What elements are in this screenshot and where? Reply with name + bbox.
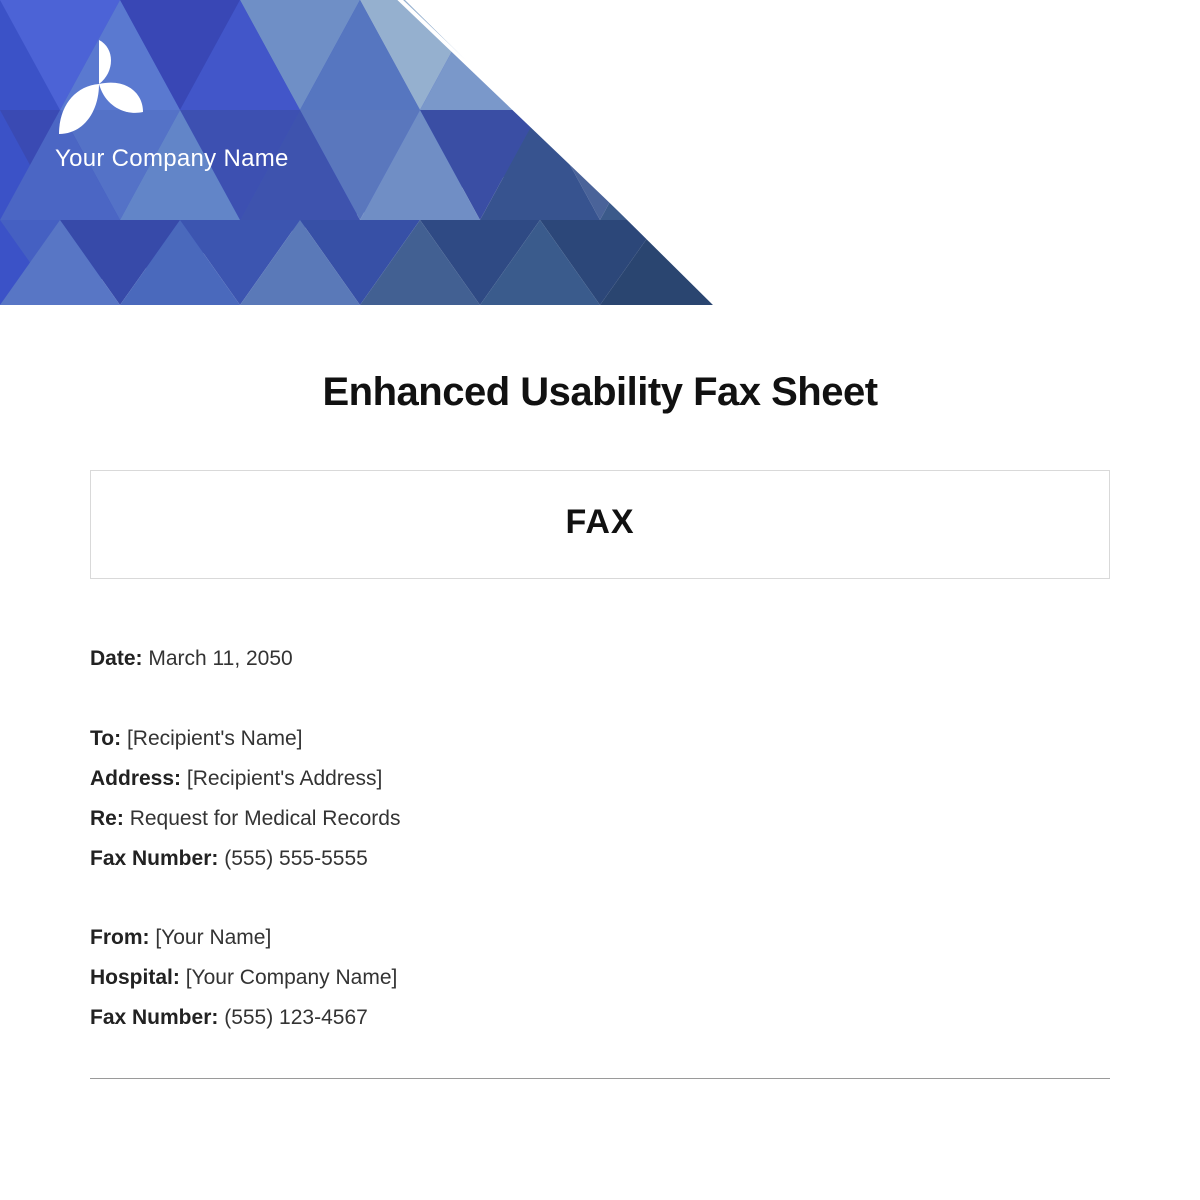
label-date: Date: xyxy=(90,647,143,670)
document-title: Enhanced Usability Fax Sheet xyxy=(90,370,1110,415)
value-to: [Recipient's Name] xyxy=(127,727,303,750)
field-date: Date: March 11, 2050 xyxy=(90,639,1110,679)
fax-box: FAX xyxy=(90,470,1110,579)
date-group: Date: March 11, 2050 xyxy=(90,639,1110,679)
field-from: From: [Your Name] xyxy=(90,918,1110,958)
field-fax-from: Fax Number: (555) 123-4567 xyxy=(90,998,1110,1038)
document-body: Enhanced Usability Fax Sheet FAX Date: M… xyxy=(90,370,1110,1079)
section-divider xyxy=(90,1078,1110,1079)
label-fax-to: Fax Number: xyxy=(90,847,218,870)
label-address: Address: xyxy=(90,767,181,790)
field-hospital: Hospital: [Your Company Name] xyxy=(90,958,1110,998)
value-re: Request for Medical Records xyxy=(130,807,401,830)
value-fax-from: (555) 123-4567 xyxy=(224,1006,368,1029)
logo-block: Your Company Name xyxy=(55,40,289,173)
value-hospital: [Your Company Name] xyxy=(186,966,398,989)
label-fax-from: Fax Number: xyxy=(90,1006,218,1029)
value-date: March 11, 2050 xyxy=(148,647,292,670)
fax-box-label: FAX xyxy=(111,503,1089,542)
label-hospital: Hospital: xyxy=(90,966,180,989)
field-to: To: [Recipient's Name] xyxy=(90,719,1110,759)
value-fax-to: (555) 555-5555 xyxy=(224,847,368,870)
recipient-group: To: [Recipient's Name] Address: [Recipie… xyxy=(90,719,1110,879)
value-address: [Recipient's Address] xyxy=(187,767,382,790)
company-name: Your Company Name xyxy=(55,145,289,173)
label-from: From: xyxy=(90,926,150,949)
leaf-logo-icon xyxy=(55,40,145,135)
label-to: To: xyxy=(90,727,121,750)
value-from: [Your Name] xyxy=(155,926,271,949)
field-fax-to: Fax Number: (555) 555-5555 xyxy=(90,839,1110,879)
label-re: Re: xyxy=(90,807,124,830)
field-address: Address: [Recipient's Address] xyxy=(90,759,1110,799)
sender-group: From: [Your Name] Hospital: [Your Compan… xyxy=(90,918,1110,1038)
field-re: Re: Request for Medical Records xyxy=(90,799,1110,839)
